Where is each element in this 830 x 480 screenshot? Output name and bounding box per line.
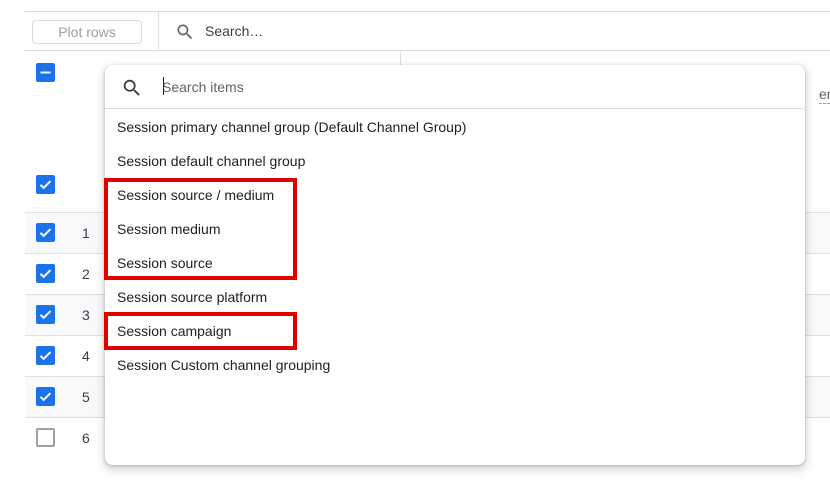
row-checkbox[interactable] <box>36 305 55 324</box>
table-search-input[interactable]: Search… <box>205 23 263 39</box>
row-checkbox[interactable] <box>36 264 55 283</box>
indeterminate-icon <box>40 71 51 74</box>
row-number: 6 <box>82 430 90 446</box>
dropdown-item[interactable]: Session Custom channel grouping <box>105 348 805 382</box>
plot-rows-button[interactable]: Plot rows <box>32 20 142 44</box>
search-items-input[interactable] <box>162 76 562 98</box>
row-number: 5 <box>82 389 90 405</box>
check-icon <box>39 310 52 320</box>
search-icon <box>177 24 193 40</box>
row-checkbox[interactable] <box>36 223 55 242</box>
header-underline <box>819 103 830 104</box>
table-toolbar: Plot rows Search… <box>25 12 830 51</box>
dropdown-item[interactable]: Session default channel group <box>105 144 805 178</box>
text-cursor <box>163 77 164 95</box>
row-number: 4 <box>82 348 90 364</box>
check-icon <box>39 351 52 361</box>
highlight-box-campaign <box>104 312 297 350</box>
check-icon <box>39 180 52 190</box>
row-number: 3 <box>82 307 90 323</box>
check-icon <box>39 392 52 402</box>
row-checkbox[interactable] <box>36 428 55 447</box>
row-checkbox[interactable] <box>36 346 55 365</box>
row-number: 2 <box>82 266 90 282</box>
dropdown-search-bar <box>105 65 805 109</box>
totals-row-checkbox[interactable] <box>36 175 55 194</box>
row-number: 1 <box>82 225 90 241</box>
column-header-partial: er <box>819 86 830 102</box>
select-all-checkbox[interactable] <box>36 63 55 82</box>
check-icon <box>39 228 52 238</box>
dropdown-item[interactable]: Session source platform <box>105 280 805 314</box>
row-checkbox[interactable] <box>36 387 55 406</box>
highlight-box-source-medium-group <box>104 178 297 280</box>
check-icon <box>39 269 52 279</box>
report-table-view: Plot rows Search… er 1 2 3 4 5 6 Search … <box>0 0 830 480</box>
toolbar-divider <box>158 12 159 51</box>
dropdown-item[interactable]: Session primary channel group (Default C… <box>105 110 805 144</box>
search-icon <box>123 79 140 96</box>
